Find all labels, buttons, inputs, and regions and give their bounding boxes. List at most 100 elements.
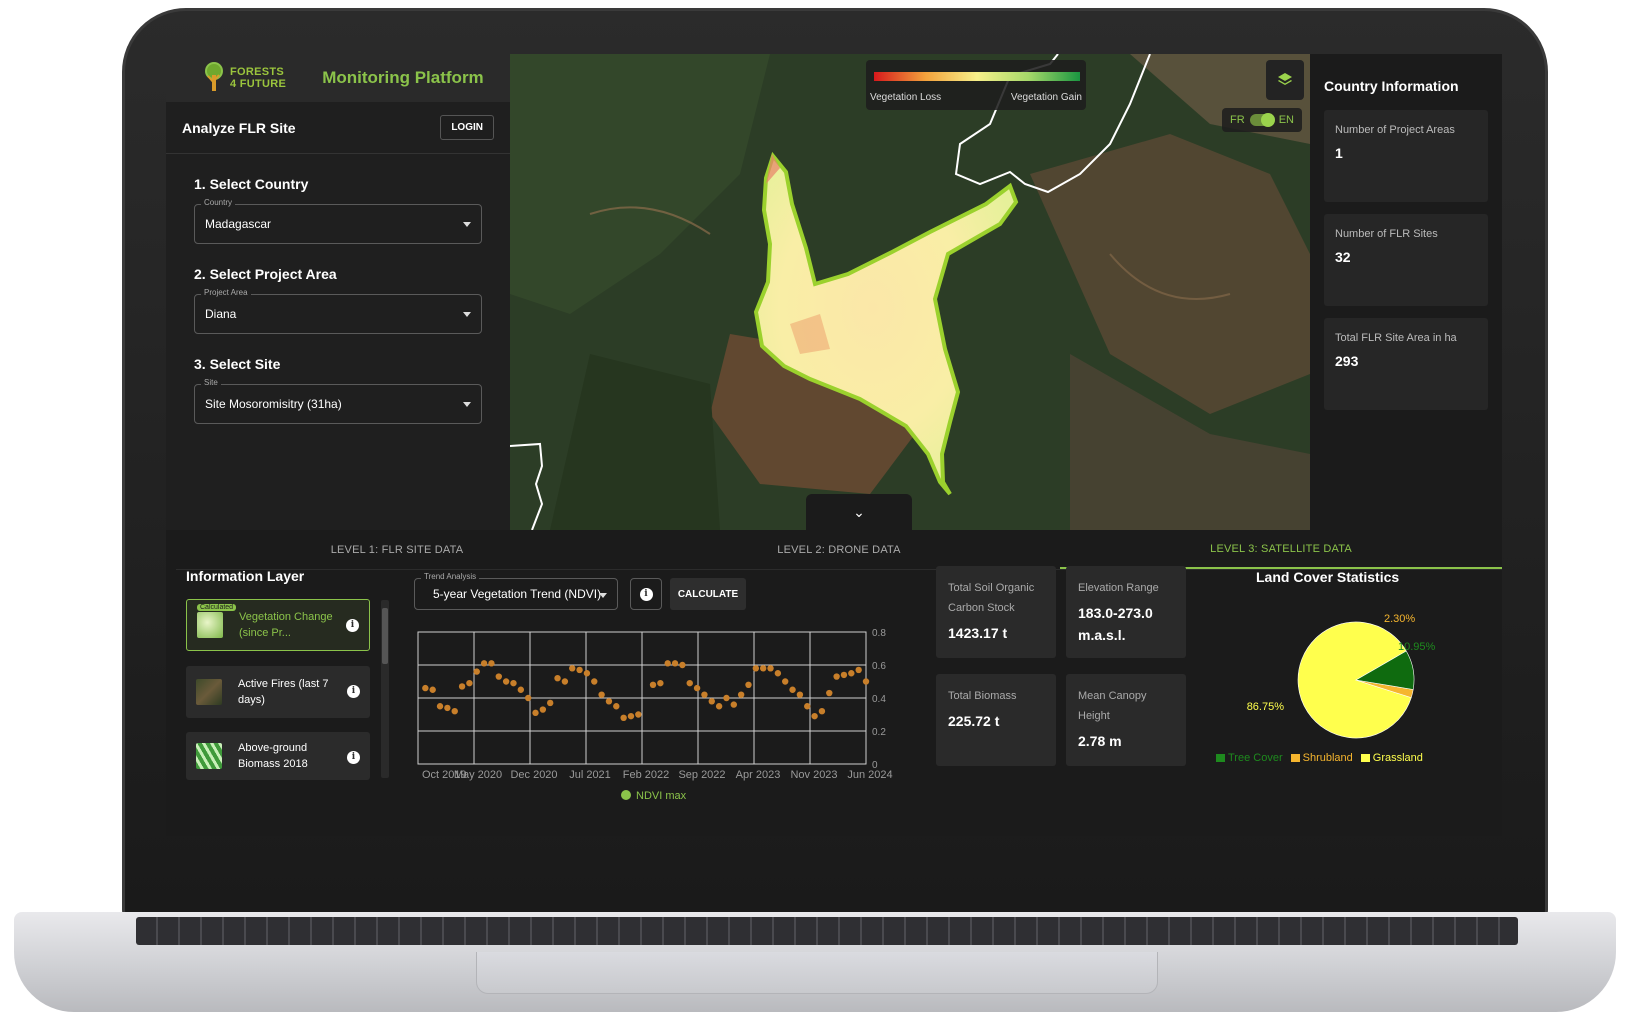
project-area-select[interactable]: Project Area Diana — [194, 288, 482, 334]
ndvi-point — [657, 679, 664, 687]
level-tabs: LEVEL 1: FLR SITE DATA LEVEL 2: DRONE DA… — [176, 530, 1502, 570]
ndvi-point — [539, 706, 547, 713]
ndvi-point — [701, 691, 708, 698]
brand-bar: FORESTS 4 FUTURE Monitoring Platform — [166, 54, 510, 102]
chart-grid — [417, 631, 867, 765]
collapse-panel-button[interactable]: ⌄ — [806, 494, 912, 530]
trackpad — [476, 952, 1158, 994]
calculate-button[interactable]: CALCULATE — [670, 578, 746, 610]
layers-button[interactable] — [1266, 60, 1304, 100]
layer-item-vegetation-change[interactable]: Calculated Vegetation Change (since Pr..… — [186, 599, 370, 651]
ndvi-point — [693, 684, 701, 692]
info-icon[interactable]: i — [346, 619, 359, 632]
ndvi-point — [532, 709, 539, 717]
ndvi-point — [429, 686, 436, 693]
ndvi-point — [737, 691, 745, 698]
step-title: 1. Select Country — [194, 176, 309, 192]
scrollbar-thumb[interactable] — [382, 608, 388, 664]
fires-thumbnail-icon — [196, 679, 222, 705]
layer-list-scrollbar[interactable] — [381, 600, 389, 778]
tab-level-2[interactable]: LEVEL 2: DRONE DATA — [618, 530, 1060, 569]
card-value: 293 — [1335, 353, 1359, 369]
tab-level-1[interactable]: LEVEL 1: FLR SITE DATA — [176, 530, 618, 569]
ndvi-point — [517, 686, 525, 693]
field-label: Trend Analysis — [421, 572, 480, 581]
pie-label: 86.75% — [1247, 701, 1285, 713]
tab-level-3[interactable]: LEVEL 3: SATELLITE DATA — [1060, 530, 1502, 569]
trend-info-button[interactable]: i — [630, 578, 662, 610]
lang-fr[interactable]: FR — [1230, 114, 1245, 126]
trend-analysis-select[interactable]: Trend Analysis 5-year Vegetation Trend (… — [414, 572, 618, 610]
ndvi-point — [613, 703, 620, 710]
ndvi-point — [546, 699, 554, 707]
layer-label: Vegetation Change (since Pr... — [239, 611, 333, 639]
layer-item-biomass[interactable]: Above-ground Biomass 2018 i — [186, 732, 370, 780]
legend-swatch — [1290, 754, 1300, 762]
ndvi-point — [451, 708, 458, 715]
card-value: 1 — [1335, 145, 1343, 161]
login-button[interactable]: LOGIN — [440, 115, 494, 140]
satellite-map[interactable]: Vegetation Loss Vegetation Gain FR EN ⌄ — [510, 54, 1310, 530]
lang-en[interactable]: EN — [1279, 114, 1294, 126]
ndvi-point — [598, 691, 605, 698]
ndvi-point — [826, 689, 833, 697]
stat-label: Total Biomass — [948, 690, 1017, 702]
pie-label: 10.95% — [1398, 641, 1436, 653]
pie-label: 2.30% — [1384, 613, 1415, 625]
ndvi-point — [848, 670, 855, 677]
platform-title: Monitoring Platform — [322, 68, 484, 87]
chevron-double-down-icon: ⌄ — [853, 503, 865, 520]
layers-icon — [1278, 73, 1292, 85]
ndvi-point — [480, 660, 488, 667]
field-label: Country — [201, 198, 236, 207]
legend-shrubland: Shrubland — [1290, 752, 1353, 764]
step-country: 1. Select Country Country Madagascar — [166, 176, 510, 244]
analyze-header: Analyze FLR Site LOGIN — [166, 102, 510, 154]
logo[interactable]: FORESTS 4 FUTURE — [202, 61, 286, 95]
ndvi-point — [510, 679, 517, 687]
ndvi-point — [422, 684, 429, 692]
y-tick-label: 0.4 — [872, 694, 886, 705]
ndvi-trend-chart: 00.20.40.60.8 Oct 2019May 2020 Dec 2020 Ju… — [417, 628, 893, 802]
legend-label: Tree Cover — [1228, 752, 1283, 764]
country-info-panel: Country Information Number of Project Ar… — [1310, 54, 1502, 530]
information-layer-title: Information Layer — [186, 568, 305, 584]
ndvi-point — [811, 712, 818, 720]
dropdown-arrow-icon — [463, 312, 471, 317]
card-label: Number of FLR Sites — [1335, 228, 1438, 240]
x-tick-label: Dec 2020 — [510, 769, 557, 781]
ndvi-point — [664, 660, 671, 667]
keyboard — [136, 917, 1518, 945]
info-icon[interactable]: i — [347, 685, 360, 698]
land-cover-legend: Tree Cover Shrubland Grassland — [1216, 752, 1476, 764]
stat-label: Total Soil Organic Carbon Stock — [948, 582, 1035, 614]
analyze-title: Analyze FLR Site — [182, 119, 296, 136]
toggle-switch[interactable] — [1249, 113, 1275, 127]
site-area-card: Total FLR Site Area in ha 293 — [1324, 318, 1488, 410]
ndvi-point — [752, 665, 760, 672]
biomass-thumbnail-icon — [196, 743, 222, 769]
site-select[interactable]: Site Site Mosoromisitry (31ha) — [194, 378, 482, 424]
layer-item-active-fires[interactable]: Active Fires (last 7 days) i — [186, 666, 370, 718]
ndvi-point — [502, 678, 510, 685]
legend-marker — [621, 790, 631, 800]
ndvi-point — [745, 681, 752, 688]
ndvi-point — [495, 673, 502, 680]
legend-gain-label: Vegetation Gain — [1010, 92, 1082, 103]
x-tick-label: Jul 2021 — [569, 769, 611, 781]
tree-logo-icon — [205, 62, 223, 91]
ndvi-point — [708, 698, 715, 705]
card-label: Total FLR Site Area in ha — [1335, 332, 1457, 344]
ndvi-point — [635, 711, 642, 718]
info-icon[interactable]: i — [347, 751, 360, 764]
dropdown-arrow-icon — [463, 402, 471, 407]
card-value: 32 — [1335, 249, 1351, 265]
ndvi-point — [679, 661, 686, 669]
country-select[interactable]: Country Madagascar — [194, 198, 482, 244]
logo-text: FORESTS 4 FUTURE — [230, 66, 286, 90]
ndvi-point — [796, 691, 804, 698]
stat-value: 2.78 m — [1078, 733, 1122, 749]
logo-line-1: FORESTS — [230, 66, 285, 78]
language-toggle[interactable]: FR EN — [1222, 108, 1302, 132]
calculated-badge: Calculated — [197, 604, 237, 611]
